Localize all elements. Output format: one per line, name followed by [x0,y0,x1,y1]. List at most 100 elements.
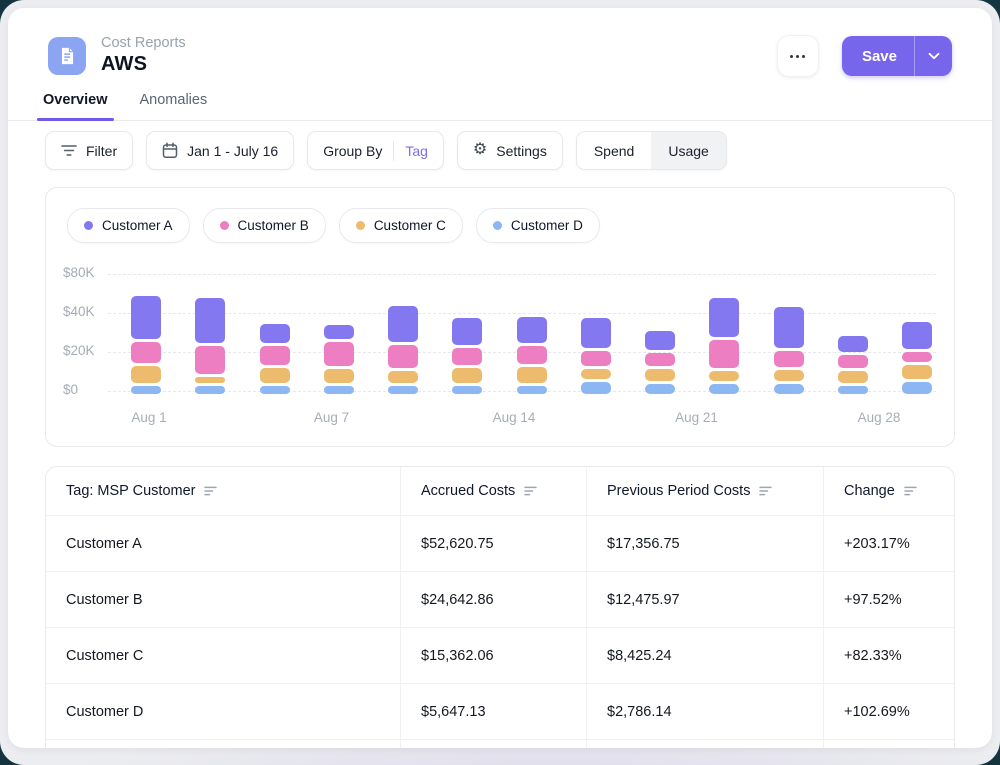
bar-segment-customer-a[interactable] [645,331,675,350]
bar-segment-customer-d[interactable] [324,386,354,394]
y-axis-tick-label: $0 [63,382,78,397]
bar-segment-customer-d[interactable] [517,386,547,394]
bar-segment-customer-a[interactable] [324,325,354,339]
table-header-change[interactable]: Change [823,467,954,516]
sort-icon [204,486,217,496]
legend-dot-icon [220,221,229,230]
bar-segment-customer-c[interactable] [645,369,675,381]
legend-pill-customer-c[interactable]: Customer C [339,208,463,243]
table-header-accrued-costs[interactable]: Accrued Costs [400,467,586,516]
cell-previous-period-costs: $12,475.97 [586,572,823,628]
bar-segment-customer-d[interactable] [581,382,611,394]
screenshot-stage: Cost Reports AWS Save Overview Anomalies [0,0,1000,765]
bar-segment-customer-b[interactable] [838,355,868,369]
bar-segment-customer-c[interactable] [131,366,161,383]
cell-empty [823,740,954,748]
bar-segment-customer-b[interactable] [452,348,482,365]
bar-segment-customer-c[interactable] [517,367,547,383]
bar-segment-customer-c[interactable] [581,369,611,379]
bar-segment-customer-d[interactable] [902,382,932,394]
bar-segment-customer-c[interactable] [774,370,804,381]
legend-pill-customer-d[interactable]: Customer D [476,208,600,243]
table-row-customer-d: Customer D$5,647.13$2,786.14+102.69% [46,684,954,740]
bar-segment-customer-c[interactable] [709,371,739,381]
filter-button[interactable]: Filter [45,131,133,170]
group-by-label: Group By [323,143,382,159]
bar-segment-customer-a[interactable] [902,322,932,349]
bar-segment-customer-b[interactable] [645,353,675,367]
bar-segment-customer-a[interactable] [774,307,804,348]
settings-button[interactable]: ⚙ Settings [457,131,563,170]
toolbar: Filter Jan 1 - July 16 Group By Tag ⚙ Se… [45,131,727,170]
legend-pill-customer-a[interactable]: Customer A [67,208,190,243]
bar-segment-customer-b[interactable] [131,342,161,363]
bar-segment-customer-a[interactable] [452,318,482,345]
bar-segment-customer-b[interactable] [581,351,611,366]
x-axis-tick-label: Aug 21 [675,410,718,425]
bar-segment-customer-a[interactable] [838,336,868,351]
x-axis-tick-label: Aug 1 [131,410,166,425]
cell-empty [46,740,400,748]
bar-segment-customer-c[interactable] [388,371,418,382]
app-card: Cost Reports AWS Save Overview Anomalies [8,8,992,748]
bar-segment-customer-a[interactable] [131,296,161,339]
cell-customer-name: Customer D [46,684,400,740]
bar-segment-customer-c[interactable] [838,371,868,382]
bar-segment-customer-c[interactable] [452,368,482,383]
bar-segment-customer-c[interactable] [195,377,225,383]
bar-segment-customer-b[interactable] [517,346,547,364]
bar-segment-customer-b[interactable] [195,346,225,374]
tab-overview[interactable]: Overview [43,92,108,121]
bar-segment-customer-d[interactable] [388,386,418,394]
legend-pill-customer-b[interactable]: Customer B [203,208,326,243]
bar-segment-customer-d[interactable] [131,386,161,394]
bar-segment-customer-b[interactable] [388,345,418,368]
bar-segment-customer-b[interactable] [260,346,290,365]
bar-segment-customer-d[interactable] [260,386,290,394]
save-dropdown-button[interactable] [915,36,952,76]
bar-segment-customer-a[interactable] [709,298,739,337]
header-actions: Save [777,35,952,77]
toggle-usage[interactable]: Usage [651,132,725,169]
bar-segment-customer-b[interactable] [774,351,804,368]
sort-icon [524,486,537,496]
bar-segment-customer-c[interactable] [260,368,290,383]
more-options-button[interactable] [777,35,819,77]
filter-icon [61,144,77,157]
bar-segment-customer-d[interactable] [838,386,868,394]
report-header: Cost Reports AWS [48,35,186,76]
group-by-value: Tag [405,143,428,159]
bar-segment-customer-d[interactable] [452,386,482,394]
bar-segment-customer-d[interactable] [195,386,225,394]
bar-segment-customer-b[interactable] [709,340,739,368]
table-body: Customer A$52,620.75$17,356.75+203.17%Cu… [46,516,954,748]
bar-segment-customer-b[interactable] [324,342,354,366]
settings-button-label: Settings [496,143,547,159]
toggle-spend[interactable]: Spend [577,132,651,169]
date-range-button[interactable]: Jan 1 - July 16 [146,131,294,170]
bar-segment-customer-c[interactable] [902,365,932,380]
bar-segment-customer-d[interactable] [774,384,804,394]
sort-icon [759,486,772,496]
bar-segment-customer-a[interactable] [260,324,290,343]
legend-dot-icon [493,221,502,230]
bar-segment-customer-a[interactable] [581,318,611,348]
x-axis-tick-label: Aug 28 [858,410,901,425]
group-by-divider [393,141,394,161]
cell-accrued-costs: $5,647.13 [400,684,586,740]
legend-label: Customer D [511,218,583,233]
bar-segment-customer-a[interactable] [517,317,547,343]
save-button[interactable]: Save [842,36,914,76]
table-header-tag-msp-customer[interactable]: Tag: MSP Customer [46,467,400,516]
table-header-previous-period-costs[interactable]: Previous Period Costs [586,467,823,516]
cell-accrued-costs: $15,362.06 [400,628,586,684]
bar-segment-customer-c[interactable] [324,369,354,383]
bar-segment-customer-b[interactable] [902,352,932,362]
tab-anomalies[interactable]: Anomalies [140,92,208,121]
chart-legend: Customer A Customer B Customer C Customer D [67,208,600,243]
bar-segment-customer-d[interactable] [709,384,739,394]
bar-segment-customer-a[interactable] [388,306,418,342]
bar-segment-customer-a[interactable] [195,298,225,343]
bar-segment-customer-d[interactable] [645,384,675,394]
group-by-button[interactable]: Group By Tag [307,131,444,170]
